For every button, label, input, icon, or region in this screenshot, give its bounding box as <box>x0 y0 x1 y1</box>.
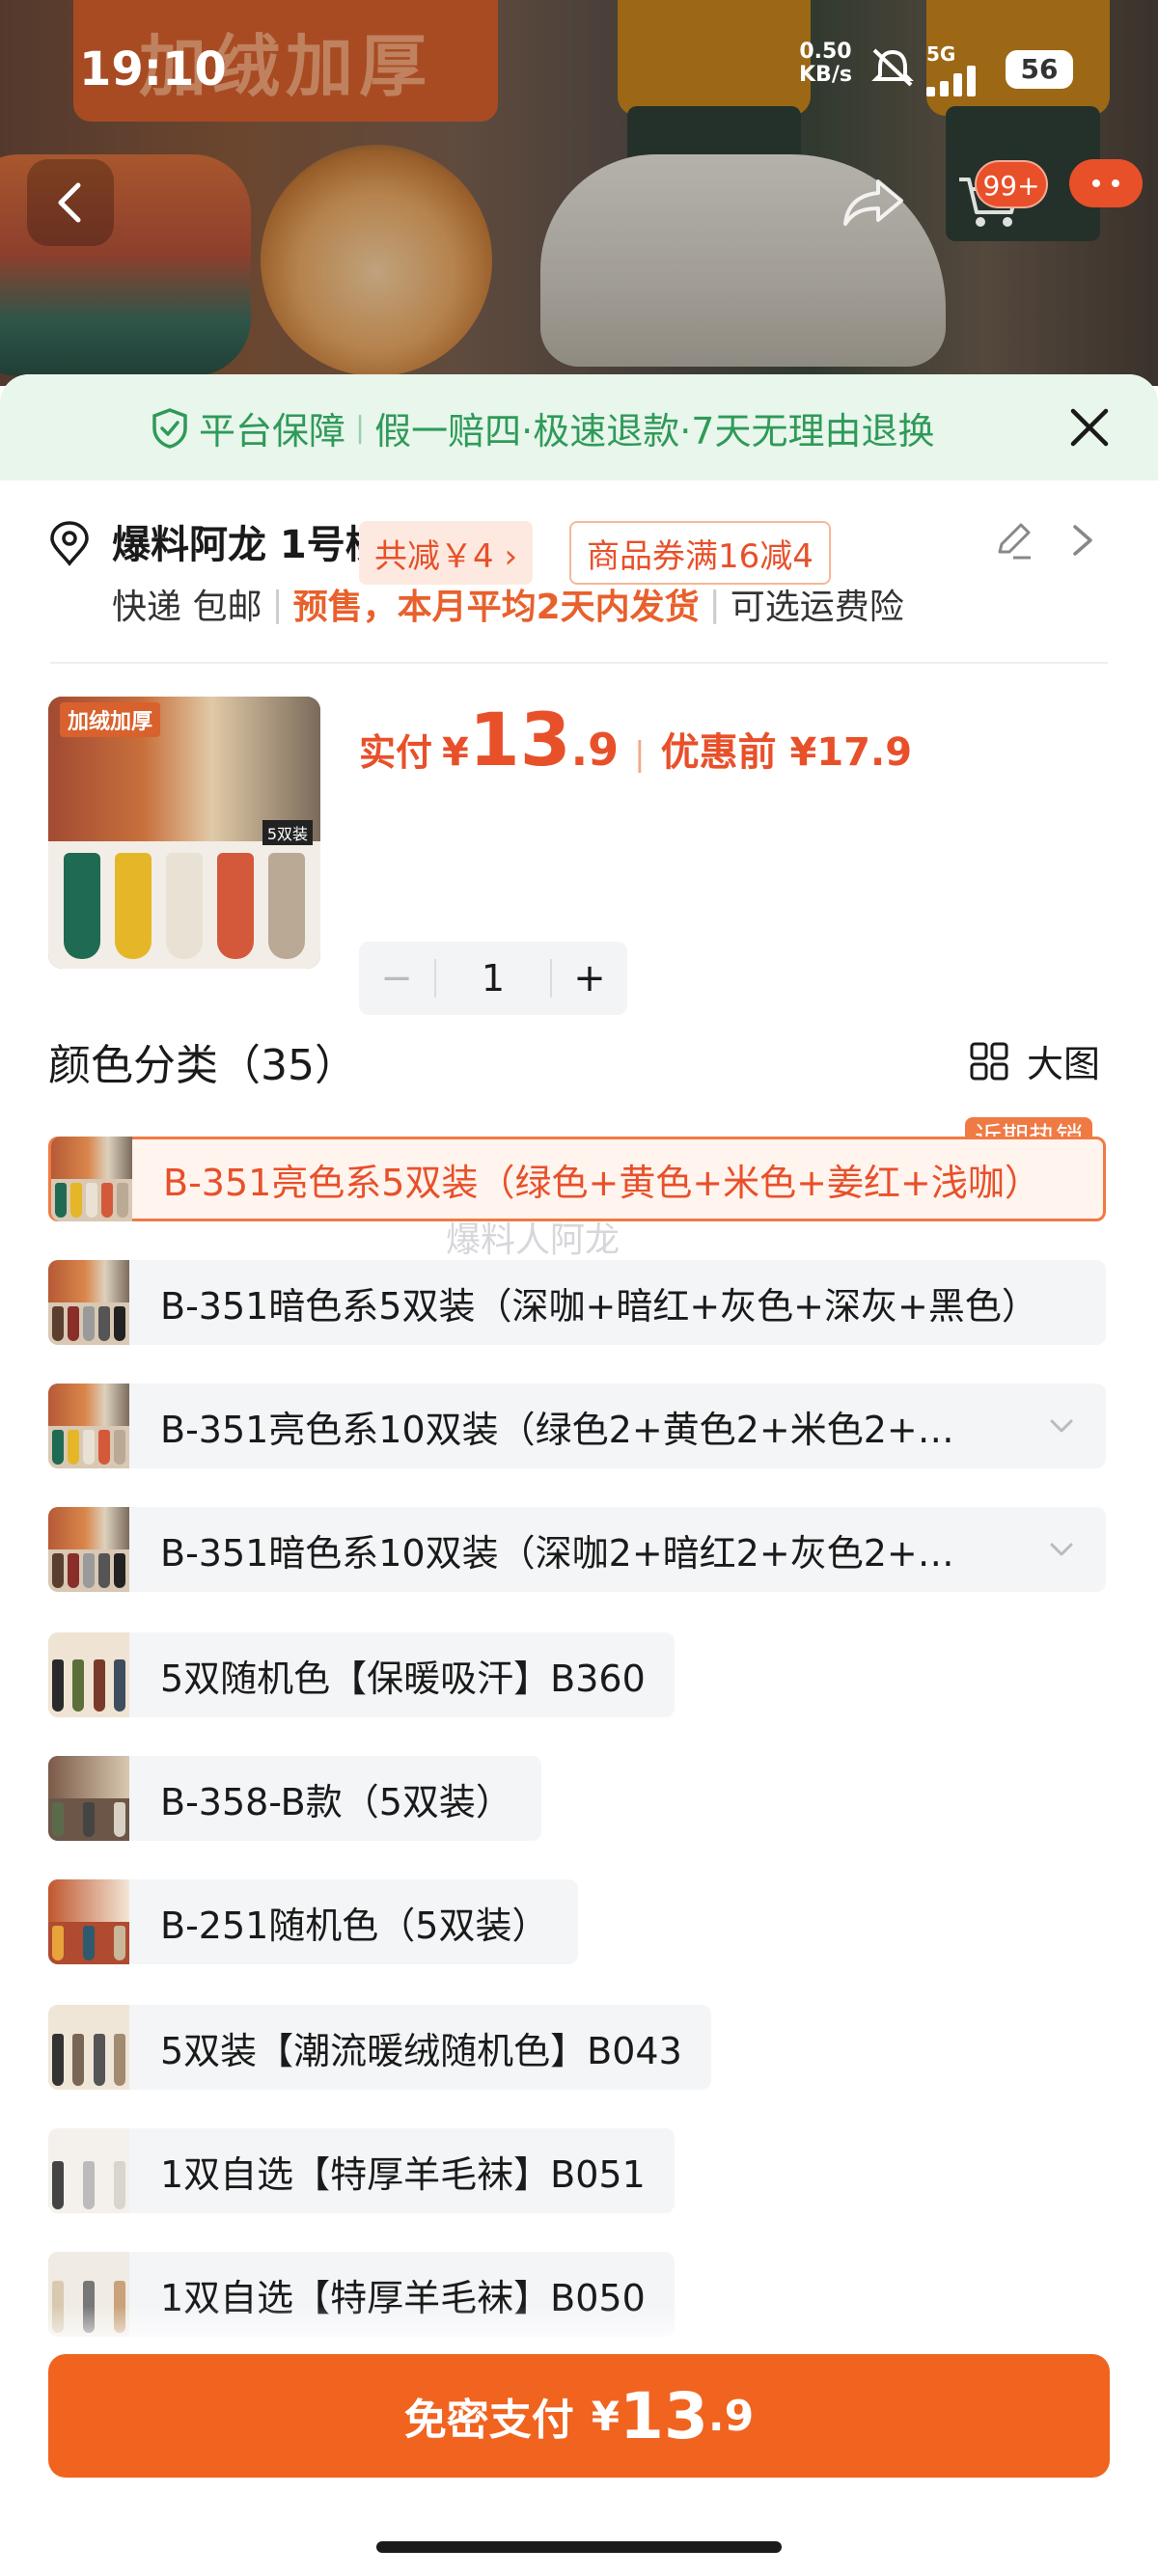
decrease-button[interactable]: − <box>359 956 434 1000</box>
shipping-info: 快递 包邮 | 预售，本月平均2天内发货 | 可选运费险 <box>112 579 904 629</box>
pay-button-price-decimal: .9 <box>707 2391 755 2441</box>
sku-option-thumb <box>48 1260 129 1345</box>
home-indicator[interactable] <box>376 2541 782 2553</box>
sku-option-label: 5双随机色【保暖吸汗】B360 <box>160 1657 646 1700</box>
sku-option[interactable]: 5双随机色【保暖吸汗】B360 <box>48 1632 675 1717</box>
chevron-right-icon[interactable] <box>1065 519 1100 562</box>
sku-option-label: B-351暗色系5双装（深咖+暗红+灰色+深灰+黑色） <box>160 1284 1038 1328</box>
sku-option[interactable]: B-351暗色系10双装（深咖2+暗红2+灰色2+深... <box>48 1507 1106 1592</box>
quantity-value[interactable]: 1 <box>436 957 550 1000</box>
location-pin-icon <box>50 521 89 566</box>
thumbnail-socks <box>48 841 320 969</box>
sku-option[interactable]: B-351亮色系5双装（绿色+黄色+米色+姜红+浅咖） <box>48 1137 1106 1221</box>
sku-option-label: 5双装【潮流暖绒随机色】B043 <box>160 2029 682 2072</box>
price-currency: ¥ <box>442 730 469 775</box>
address-name: 爆料阿龙 1号楼 <box>112 523 384 567</box>
sku-option[interactable]: B-358-B款（5双装） <box>48 1756 541 1841</box>
sku-option-label: 1双自选【特厚羊毛袜】B051 <box>160 2152 646 2196</box>
sku-option-thumb <box>48 2005 129 2090</box>
mute-bell-icon <box>871 48 914 87</box>
grid-icon <box>970 1042 1008 1080</box>
price-row: 实付 ¥ 13 .9 | 优惠前 ¥17.9 <box>359 697 912 783</box>
net-speed: 0.50 KB/s <box>799 41 852 87</box>
quantity-stepper: − 1 + <box>359 942 627 1015</box>
sku-option-thumb <box>48 1879 129 1964</box>
price-separator: | <box>634 735 646 774</box>
list-fade <box>0 2306 1158 2354</box>
product-summary: 加绒加厚 5双装 实付 ¥ 13 .9 | 优惠前 ¥17.9 <box>0 697 1158 976</box>
sku-option-label: B-351暗色系10双装（深咖2+暗红2+灰色2+深... <box>160 1531 989 1575</box>
sku-option-thumb <box>48 1384 129 1468</box>
chat-icon <box>1092 179 1119 187</box>
shipping-separator: | <box>708 584 721 624</box>
pay-button-currency: ¥ <box>591 2392 620 2440</box>
guarantee-separator: | <box>355 411 366 445</box>
status-bar: 19:10 0.50 KB/s 5G 56 <box>0 29 1158 106</box>
sku-option-thumb <box>51 1137 132 1221</box>
sku-option-label: B-351亮色系5双装（绿色+黄色+米色+姜红+浅咖） <box>163 1161 1041 1204</box>
color-section-title: 颜色分类（35） <box>48 1041 357 1090</box>
price-decimal: .9 <box>570 724 620 776</box>
big-view-label: 大图 <box>1027 1043 1101 1085</box>
close-icon[interactable] <box>1065 403 1114 452</box>
shipping-express: 快递 包邮 <box>112 588 262 627</box>
message-button[interactable] <box>1069 159 1143 207</box>
sku-option-label: B-251随机色（5双装） <box>160 1904 549 1947</box>
sku-option-thumb <box>48 2128 129 2213</box>
sku-option[interactable]: 5双装【潮流暖绒随机色】B043 <box>48 2005 711 2090</box>
status-time: 19:10 <box>79 42 227 96</box>
sku-option[interactable]: B-251随机色（5双装） <box>48 1879 578 1964</box>
back-button[interactable] <box>27 159 114 246</box>
price-integer: 13 <box>468 697 571 782</box>
pay-label: 实付 <box>359 731 433 774</box>
sku-sheet: 平台保障 | 假一赔四·极速退款·7天无理由退换 爆料阿龙 1号楼 快递 包邮 … <box>0 374 1158 2576</box>
thumbnail-tag: 加绒加厚 <box>60 702 161 737</box>
big-view-toggle[interactable]: 大图 <box>969 1034 1100 1087</box>
sku-option-label: B-358-B款（5双装） <box>160 1780 512 1823</box>
product-thumbnail[interactable]: 加绒加厚 5双装 <box>48 697 320 969</box>
network-type: 5G <box>926 42 956 66</box>
price-before-discount: 优惠前 ¥17.9 <box>660 730 913 775</box>
guarantee-items: 假一赔四·极速退款·7天无理由退换 <box>374 410 935 452</box>
watermark: 爆料人阿龙 <box>446 1220 620 1260</box>
guarantee-text: 平台保障 | 假一赔四·极速退款·7天无理由退换 <box>151 401 934 454</box>
shield-check-icon <box>152 407 187 449</box>
sku-option[interactable]: 1双自选【特厚羊毛袜】B051 <box>48 2128 675 2213</box>
pay-button[interactable]: 免密支付 ¥ 13 .9 <box>48 2354 1110 2478</box>
net-speed-unit: KB/s <box>799 63 852 87</box>
sku-option-thumb <box>48 1507 129 1592</box>
divider <box>50 662 1108 664</box>
presale-note: 预售，本月平均2天内发货 <box>292 588 700 627</box>
chevron-left-icon <box>58 182 81 223</box>
sku-option-thumb <box>48 1632 129 1717</box>
increase-button[interactable]: + <box>552 956 627 1000</box>
sku-option[interactable]: B-351暗色系5双装（深咖+暗红+灰色+深灰+黑色） <box>48 1260 1106 1345</box>
battery-icon: 56 <box>1006 50 1073 89</box>
guarantee-bar: 平台保障 | 假一赔四·极速退款·7天无理由退换 <box>0 374 1158 480</box>
pay-button-label: 免密支付 <box>403 2396 574 2445</box>
share-icon <box>843 179 903 226</box>
sku-option[interactable]: B-351亮色系10双装（绿色2+黄色2+米色2+姜... <box>48 1384 1106 1468</box>
cart-count-badge: 99+ <box>975 160 1048 208</box>
share-button[interactable] <box>830 159 917 246</box>
sku-option-thumb <box>48 1756 129 1841</box>
guarantee-title: 平台保障 <box>199 410 346 452</box>
coupon-chip[interactable]: 商品券满16减4 <box>569 521 831 585</box>
signal-icon <box>926 64 994 96</box>
shipping-separator: | <box>271 584 284 624</box>
net-speed-value: 0.50 <box>799 40 852 64</box>
chevron-down-icon[interactable] <box>1044 1409 1079 1443</box>
chevron-down-icon[interactable] <box>1044 1532 1079 1567</box>
pay-button-price-integer: 13 <box>620 2378 708 2453</box>
total-discount-chip[interactable]: 共减￥4 › <box>359 521 534 585</box>
edit-icon[interactable] <box>992 519 1034 562</box>
thumbnail-pack-tag: 5双装 <box>262 820 313 845</box>
sku-option-label: B-351亮色系10双装（绿色2+黄色2+米色2+姜... <box>160 1408 989 1451</box>
shipping-insurance: 可选运费险 <box>730 588 904 627</box>
